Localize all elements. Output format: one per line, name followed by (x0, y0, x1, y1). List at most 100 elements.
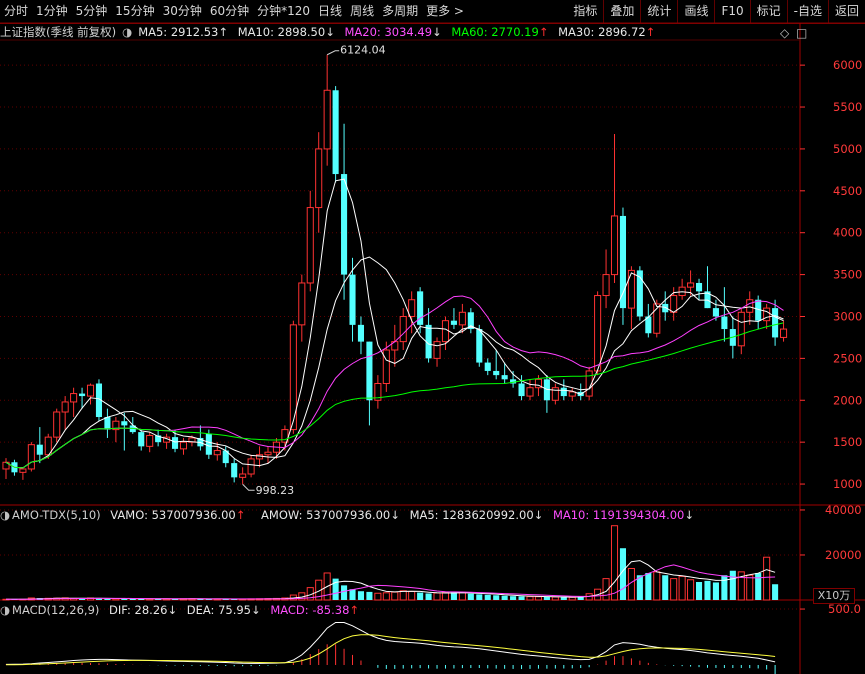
high-annotation-line (326, 50, 340, 56)
candle-body (687, 282, 695, 288)
volume-bar (704, 580, 711, 600)
volume-bar (670, 578, 678, 601)
candle-body (315, 148, 323, 209)
volume-bar (510, 596, 517, 600)
candle-body (493, 370, 500, 376)
volume-bar (763, 556, 771, 601)
vol-ma10-label: MA10: 1191394304.00 (552, 508, 685, 522)
candle-body (501, 375, 508, 380)
volume-bar (357, 591, 365, 600)
low-annotation: 998.23 (256, 484, 294, 497)
ma5-arrow: ↑ (218, 25, 229, 39)
candle-body (526, 387, 534, 397)
candle-body (231, 463, 238, 478)
candle-body (458, 311, 466, 326)
volume-bar (772, 584, 779, 600)
volume-title[interactable]: AMO-TDX(5,10) (12, 508, 101, 522)
volume-bar (568, 596, 576, 601)
dif-label: DIF: 28.26 (109, 603, 168, 617)
ma5-label: MA5: 2912.53 (138, 25, 219, 39)
macd-arrow: ↑ (349, 603, 360, 617)
volume-bar (534, 596, 542, 601)
macd-tick-label: 500.0 (828, 602, 861, 616)
diamond-icon[interactable]: ◇ (780, 26, 789, 40)
candle-body (568, 391, 576, 397)
candle-body (171, 437, 179, 449)
volume-bar (399, 590, 407, 601)
candle-body (408, 299, 416, 317)
volume-toggle-icon[interactable]: ◑ (0, 508, 10, 522)
volume-tick-label: 40000 (825, 503, 862, 517)
volume-bar (610, 525, 619, 601)
volume-bar (678, 575, 686, 601)
candle-body (213, 450, 221, 456)
volume-legend: ◑ AMO-TDX(5,10) VAMO: 537007936.00↑ AMOW:… (0, 507, 700, 523)
volume-bar (653, 571, 661, 601)
volume-bar (484, 594, 491, 600)
candle-body (619, 215, 627, 309)
candle-body (737, 311, 745, 347)
candle-body (594, 295, 602, 372)
volume-bar (349, 589, 356, 600)
stock-chart[interactable]: 6000 5500 5000 4500 4000 3500 3000 2500 2000 1500… (0, 0, 865, 674)
volume-unit-label: X10万 (813, 588, 855, 604)
dea-arrow: ↓ (251, 603, 261, 617)
price-tick-label: 5500 (833, 100, 862, 114)
vol-ma10-arrow: ↓ (684, 508, 695, 522)
candle-body (323, 89, 331, 150)
vol-ma5-label: MA5: 1283620992.00 (409, 508, 534, 522)
candle-body (721, 316, 728, 330)
candle-body (695, 282, 703, 292)
volume-bar (543, 596, 550, 600)
main-title-toggle-icon[interactable]: ◑ (122, 25, 132, 39)
candle-body (332, 90, 339, 175)
candle-body (441, 320, 450, 343)
volume-bar (518, 596, 525, 600)
volume-bar (662, 575, 669, 600)
candle-body (450, 320, 457, 325)
volume-bar (645, 572, 652, 600)
price-tick-label: 2500 (833, 351, 862, 365)
candle-body (70, 393, 78, 403)
collapse-icon[interactable]: □ (796, 26, 807, 40)
candle-body (366, 341, 373, 401)
price-tick-label: 1500 (833, 435, 862, 449)
candle-body (247, 458, 255, 475)
candle-body (772, 308, 779, 338)
candle-body (382, 349, 390, 385)
volume-bar (425, 593, 432, 600)
volume-bar (374, 592, 382, 601)
candle-body (79, 393, 86, 397)
macd-toggle-icon[interactable]: ◑ (0, 603, 10, 617)
candle-body (179, 441, 188, 450)
candle-body (61, 401, 69, 413)
price-tick-label: 2000 (833, 393, 862, 407)
volume-bar (441, 592, 450, 601)
vamo-label: VAMO: 537007936.00 (110, 508, 236, 522)
ma20-line (5, 295, 784, 469)
macd-title[interactable]: MACD(12,26,9) (12, 603, 99, 617)
candle-body (341, 174, 348, 275)
candle-body (349, 274, 356, 325)
candle-body (53, 411, 61, 438)
candle-body (146, 434, 154, 447)
price-tick-label: 3500 (833, 268, 862, 282)
candle-body (298, 282, 306, 326)
volume-bar (560, 597, 567, 600)
candle-body (239, 473, 247, 478)
ma60-arrow: ↑ (538, 25, 549, 39)
main-legend: 上证指数(季线 前复权) ◑ MA5: 2912.53↑ MA10: 2898.50… (0, 24, 661, 40)
candle-body (36, 444, 43, 455)
candle-body (19, 468, 27, 473)
main-title[interactable]: 上证指数(季线 前复权) (0, 25, 116, 39)
candle-body (205, 433, 212, 455)
candle-body (306, 207, 314, 284)
vol-ma5-arrow: ↓ (533, 508, 544, 522)
candle-body (746, 299, 754, 313)
dea-label: DEA: 75.95 (186, 603, 252, 617)
volume-bar (712, 582, 719, 600)
ma20-arrow: ↓ (432, 25, 442, 39)
volume-bar (417, 592, 424, 600)
macd-dif-line (5, 622, 776, 665)
candle-body (712, 308, 719, 317)
